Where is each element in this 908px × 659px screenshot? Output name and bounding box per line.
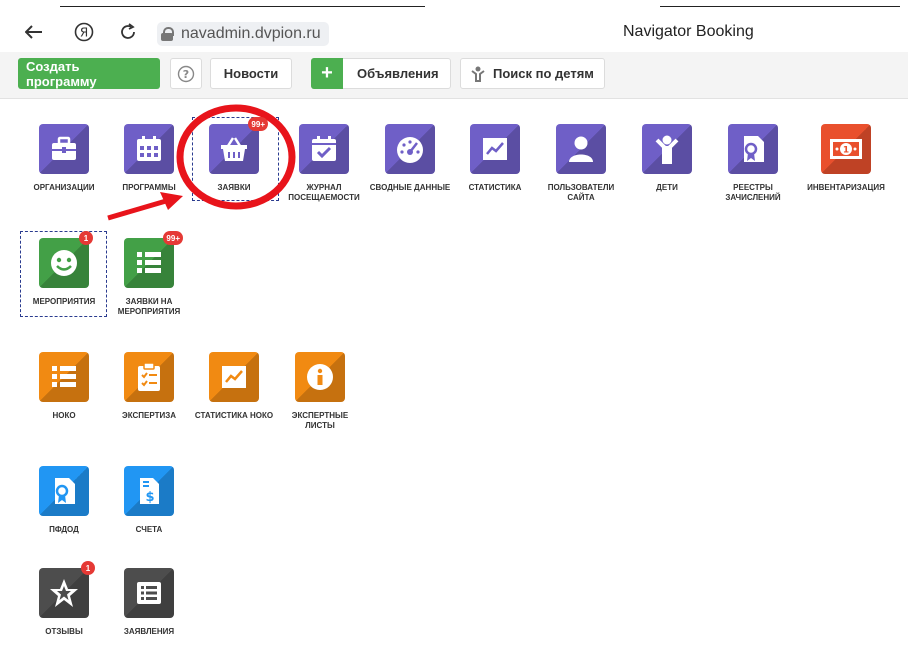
tile-label: ЗАЯВКИ	[217, 183, 251, 192]
svg-text:Я: Я	[80, 26, 88, 40]
search-children-label: Поиск по детям	[493, 66, 594, 81]
tile-statements[interactable]: ЗАЯВЛЕНИЯ	[107, 568, 191, 637]
gauge-icon	[397, 137, 423, 163]
tile-applications[interactable]: 99+ ЗАЯВКИ	[192, 117, 276, 193]
announcements-button[interactable]: + Объявления	[311, 58, 451, 89]
events-badge: 1	[79, 231, 93, 245]
tile-label: РЕЕСТРЫ ЗАЧИСЛЕНИЙ	[725, 183, 781, 202]
list-icon	[52, 366, 76, 387]
svg-text:1: 1	[843, 146, 849, 156]
briefcase-icon	[52, 136, 76, 160]
announcements-label: Объявления	[357, 66, 439, 81]
modules-grid: ОРГАНИЗАЦИИ ПРОГРАММЫ 99+ ЗАЯВКИ ЖУРНАЛ …	[0, 99, 908, 659]
svg-text:?: ?	[183, 68, 189, 81]
tile-label: СТАТИСТИКА	[468, 183, 522, 192]
certificate-icon	[744, 136, 764, 162]
tile-enrollment-registers[interactable]: РЕЕСТРЫ ЗАЧИСЛЕНИЙ	[711, 124, 795, 203]
tile-label: ЭКСПЕРТНЫЕ ЛИСТЫ	[291, 411, 349, 430]
tile-label: ИНВЕНТАРИЗАЦИЯ	[807, 183, 885, 192]
url-text: navadmin.dvpion.ru	[181, 25, 321, 42]
tile-pfdo[interactable]: ПФДОД	[22, 466, 106, 535]
back-icon[interactable]	[20, 18, 48, 46]
tile-label: ДЕТИ	[656, 183, 678, 192]
star-icon	[50, 579, 78, 607]
reviews-badge: 1	[81, 561, 95, 575]
lock-icon	[161, 27, 174, 41]
tile-attendance-journal[interactable]: ЖУРНАЛ ПОСЕЩАЕМОСТИ	[282, 124, 366, 203]
smile-icon	[51, 250, 77, 276]
create-program-button[interactable]: Создать программу	[18, 58, 160, 89]
tile-label: ПФДОД	[49, 525, 79, 534]
basket-icon	[221, 137, 247, 161]
tile-children[interactable]: ДЕТИ	[625, 124, 709, 193]
tile-label: ОРГАНИЗАЦИИ	[33, 183, 95, 192]
tile-organizations[interactable]: ОРГАНИЗАЦИИ	[22, 124, 106, 193]
tile-event-applications[interactable]: 99+ ЗАЯВКИ НА МЕРОПРИЯТИЯ	[107, 231, 191, 317]
news-button[interactable]: Новости	[210, 58, 292, 89]
reload-icon[interactable]	[114, 18, 142, 46]
tile-programs[interactable]: ПРОГРАММЫ	[107, 124, 191, 193]
event-applications-badge: 99+	[163, 231, 183, 245]
tile-label: ОТЗЫВЫ	[45, 627, 83, 636]
line-chart-icon	[222, 366, 246, 388]
certificate-icon	[55, 478, 75, 504]
tile-label: НОКО	[52, 411, 76, 420]
search-children-button[interactable]: Поиск по детям	[460, 58, 605, 89]
tile-events[interactable]: 1 МЕРОПРИЯТИЯ	[22, 231, 106, 307]
browser-bar: Я navadmin.dvpion.ru Navigator Booking	[0, 14, 908, 52]
tile-label: СВОДНЫЕ ДАННЫЕ	[369, 183, 451, 192]
window-top-edge-right	[660, 6, 900, 7]
tile-label: ЖУРНАЛ ПОСЕЩАЕМОСТИ	[288, 183, 360, 202]
tile-summary-data[interactable]: СВОДНЫЕ ДАННЫЕ	[368, 124, 452, 193]
calendar-check-icon	[312, 136, 336, 161]
clipboard-check-icon	[138, 362, 160, 391]
tile-label: ПОЛЬЗОВАТЕЛИ САЙТА	[547, 183, 615, 202]
tile-expertise[interactable]: ЭКСПЕРТИЗА	[107, 352, 191, 421]
line-chart-icon	[483, 138, 507, 160]
tile-reviews[interactable]: 1 ОТЗЫВЫ	[22, 561, 106, 637]
tile-label: ЗАЯВКИ НА МЕРОПРИЯТИЯ	[117, 297, 181, 316]
tile-expert-sheets[interactable]: ЭКСПЕРТНЫЕ ЛИСТЫ	[278, 352, 362, 431]
list-icon	[137, 252, 161, 273]
tile-statistics[interactable]: СТАТИСТИКА	[453, 124, 537, 193]
invoice-icon: $	[140, 478, 159, 505]
child-icon	[471, 66, 485, 82]
tile-invoices[interactable]: $ СЧЕТА	[107, 466, 191, 535]
tile-site-users[interactable]: ПОЛЬЗОВАТЕЛИ САЙТА	[539, 124, 623, 203]
money-icon: 1	[830, 139, 862, 159]
tile-label: СТАТИСТИКА НОКО	[194, 411, 274, 420]
page-title: Navigator Booking	[623, 23, 754, 40]
tile-noko[interactable]: НОКО	[22, 352, 106, 421]
calendar-icon	[137, 136, 161, 161]
tile-label: МЕРОПРИЯТИЯ	[32, 297, 96, 306]
tile-inventory[interactable]: 1 ИНВЕНТАРИЗАЦИЯ	[804, 124, 888, 193]
tile-label: ПРОГРАММЫ	[122, 183, 176, 192]
svg-text:$: $	[145, 490, 154, 505]
info-icon	[307, 364, 333, 390]
plus-icon: +	[311, 58, 343, 89]
window-top-edge	[60, 6, 425, 7]
tile-noko-statistics[interactable]: СТАТИСТИКА НОКО	[192, 352, 276, 421]
tile-label: ЭКСПЕРТИЗА	[122, 411, 176, 420]
tile-label: ЗАЯВЛЕНИЯ	[123, 627, 175, 636]
question-circle-icon: ?	[177, 65, 195, 82]
child-icon	[655, 135, 679, 164]
tile-label: СЧЕТА	[135, 525, 163, 534]
form-list-icon	[137, 582, 161, 604]
user-icon	[569, 136, 593, 162]
yandex-icon[interactable]: Я	[70, 18, 98, 46]
applications-badge: 99+	[248, 117, 268, 131]
help-button[interactable]: ?	[170, 58, 202, 89]
toolbar: Создать программу ? Новости + Объявления…	[0, 52, 908, 99]
address-bar[interactable]: navadmin.dvpion.ru	[157, 22, 329, 46]
